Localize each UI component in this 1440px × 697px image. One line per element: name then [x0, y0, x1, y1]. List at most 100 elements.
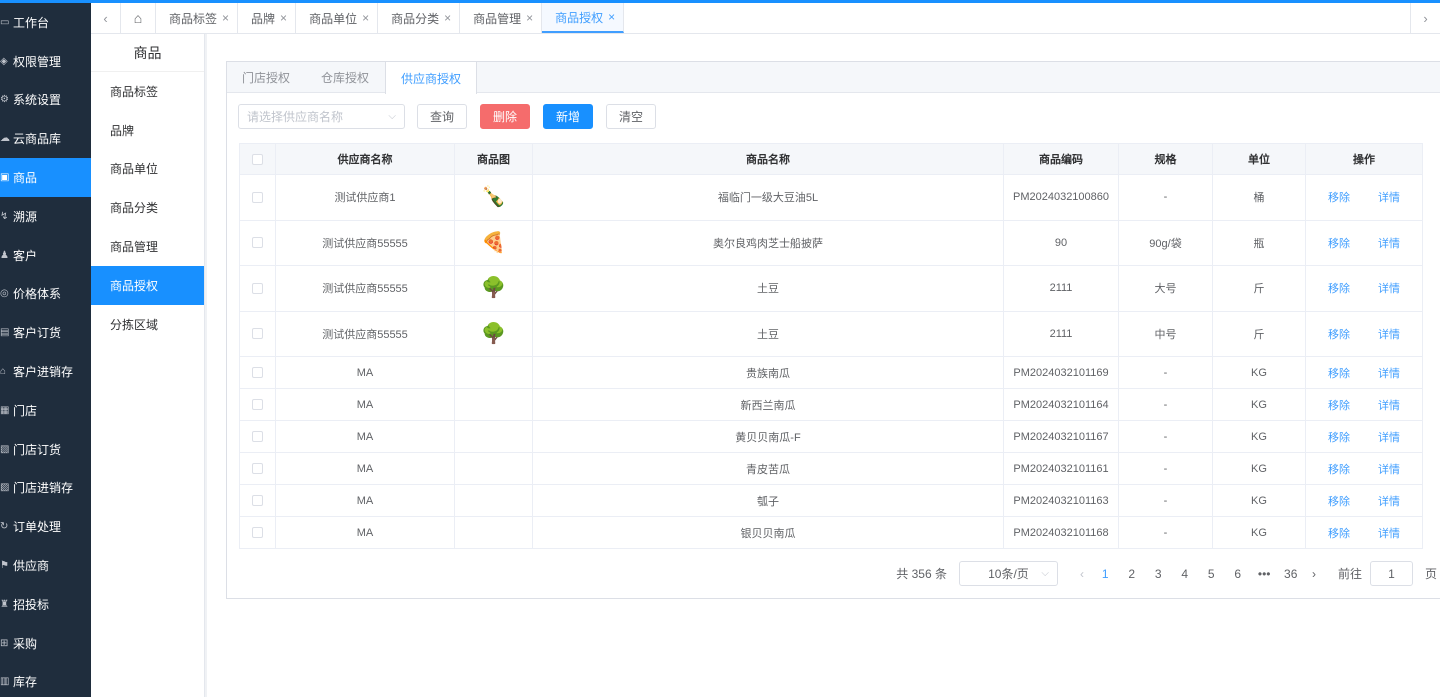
remove-link[interactable]: 移除 [1328, 432, 1350, 444]
row-select-cell[interactable] [239, 310, 276, 357]
detail-link[interactable]: 详情 [1378, 192, 1400, 204]
add-button[interactable]: 新增 [543, 104, 594, 129]
row-select-cell[interactable] [239, 516, 276, 549]
row-checkbox[interactable] [252, 527, 263, 539]
remove-link[interactable]: 移除 [1328, 368, 1350, 380]
sidebar-item[interactable]: ⊞ 采购 [0, 624, 91, 663]
sidebar-item[interactable]: ▥ 库存 [0, 663, 91, 697]
close-icon[interactable]: × [526, 11, 533, 25]
remove-link[interactable]: 移除 [1328, 238, 1350, 250]
detail-link[interactable]: 详情 [1378, 283, 1400, 295]
detail-link[interactable]: 详情 [1378, 464, 1400, 476]
page-number[interactable]: 5 [1198, 567, 1225, 581]
sidebar-item[interactable]: ◎ 价格体系 [0, 275, 91, 314]
sidebar-item[interactable]: ▭ 工作台 [0, 3, 91, 42]
sidebar-item[interactable]: ⌂ 客户进销存 [0, 352, 91, 391]
row-select-cell[interactable] [239, 265, 276, 312]
remove-link[interactable]: 移除 [1328, 329, 1350, 341]
row-checkbox[interactable] [252, 399, 263, 411]
sidebar-item[interactable]: ☁ 云商品库 [0, 119, 91, 158]
tab-item[interactable]: 商品单位 × [296, 3, 379, 33]
goto-page-input[interactable]: 1 [1369, 561, 1413, 586]
sidebar-item[interactable]: ⚙ 系统设置 [0, 81, 91, 120]
row-checkbox[interactable] [252, 191, 263, 203]
remove-link[interactable]: 移除 [1328, 400, 1350, 412]
close-icon[interactable]: × [280, 11, 287, 25]
sub-menu-item[interactable]: 品牌 [91, 111, 204, 150]
tab-scroll-right-icon[interactable]: › [1410, 3, 1440, 33]
next-page-icon[interactable]: › [1304, 567, 1324, 581]
sub-menu-item[interactable]: 商品标签 [91, 72, 204, 111]
sub-menu-item[interactable]: 商品单位 [91, 150, 204, 189]
home-icon[interactable]: ⌂ [121, 3, 156, 33]
row-checkbox[interactable] [252, 463, 263, 475]
sub-menu-item[interactable]: 商品授权 [91, 265, 204, 305]
close-icon[interactable]: × [362, 11, 369, 25]
sub-menu-item[interactable]: 商品管理 [91, 227, 204, 266]
row-select-cell[interactable] [239, 452, 276, 485]
row-checkbox[interactable] [252, 328, 263, 340]
clear-button[interactable]: 清空 [606, 104, 657, 129]
page-number[interactable]: 2 [1118, 567, 1145, 581]
card-tab[interactable]: 供应商授权 [385, 62, 478, 94]
sub-menu-item[interactable]: 分拣区域 [91, 305, 204, 344]
sidebar-item[interactable]: ♟ 客户 [0, 236, 91, 275]
page-number[interactable]: 36 [1277, 567, 1304, 581]
sidebar-item[interactable]: ▦ 门店 [0, 391, 91, 430]
tab-item[interactable]: 商品管理 × [460, 3, 543, 33]
remove-link[interactable]: 移除 [1328, 528, 1350, 540]
supplier-select[interactable]: 请选择供应商名称 ⌵ [238, 104, 405, 129]
sub-menu-item[interactable]: 商品分类 [91, 188, 204, 227]
page-number[interactable]: ••• [1251, 567, 1278, 581]
delete-button[interactable]: 删除 [480, 104, 531, 129]
row-checkbox[interactable] [252, 367, 263, 379]
tab-item[interactable]: 商品授权 × [542, 3, 625, 33]
card-tab[interactable]: 门店授权 [227, 62, 306, 92]
sidebar-item[interactable]: ↯ 溯源 [0, 197, 91, 236]
row-checkbox[interactable] [252, 237, 263, 249]
row-select-cell[interactable] [239, 219, 276, 266]
sidebar-item[interactable]: ▣ 商品 [0, 158, 91, 197]
sidebar-item[interactable]: ▤ 客户订货 [0, 313, 91, 352]
card-tab[interactable]: 仓库授权 [306, 62, 385, 92]
page-number[interactable]: 1 [1092, 567, 1119, 581]
page-number[interactable]: 6 [1224, 567, 1251, 581]
remove-link[interactable]: 移除 [1328, 192, 1350, 204]
remove-link[interactable]: 移除 [1328, 283, 1350, 295]
detail-link[interactable]: 详情 [1378, 496, 1400, 508]
detail-link[interactable]: 详情 [1378, 368, 1400, 380]
sidebar-item[interactable]: ◈ 权限管理 [0, 42, 91, 81]
sidebar-item[interactable]: ♜ 招投标 [0, 585, 91, 624]
sidebar-item[interactable]: ▨ 门店进销存 [0, 469, 91, 508]
row-select-cell[interactable] [239, 420, 276, 453]
sidebar-item[interactable]: ⚑ 供应商 [0, 546, 91, 585]
page-number[interactable]: 3 [1145, 567, 1172, 581]
detail-link[interactable]: 详情 [1378, 528, 1400, 540]
row-checkbox[interactable] [252, 431, 263, 443]
tab-item[interactable]: 商品标签 × [156, 3, 239, 33]
page-number[interactable]: 4 [1171, 567, 1198, 581]
remove-link[interactable]: 移除 [1328, 496, 1350, 508]
row-checkbox[interactable] [252, 282, 263, 294]
close-icon[interactable]: × [444, 11, 451, 25]
tab-item[interactable]: 品牌 × [238, 3, 297, 33]
row-select-cell[interactable] [239, 174, 276, 221]
page-size-select[interactable]: 10条/页 ⌵ [958, 561, 1058, 586]
row-checkbox[interactable] [252, 495, 263, 507]
select-all-checkbox[interactable] [252, 153, 263, 165]
detail-link[interactable]: 详情 [1378, 400, 1400, 412]
close-icon[interactable]: × [608, 10, 615, 24]
tab-item[interactable]: 商品分类 × [378, 3, 461, 33]
row-select-cell[interactable] [239, 356, 276, 389]
detail-link[interactable]: 详情 [1378, 238, 1400, 250]
tab-scroll-left-icon[interactable]: ‹ [91, 3, 121, 33]
detail-link[interactable]: 详情 [1378, 432, 1400, 444]
sidebar-item[interactable]: ▧ 门店订货 [0, 430, 91, 469]
select-all-cell[interactable] [239, 143, 276, 175]
query-button[interactable]: 查询 [417, 104, 468, 129]
close-icon[interactable]: × [222, 11, 229, 25]
detail-link[interactable]: 详情 [1378, 329, 1400, 341]
row-select-cell[interactable] [239, 388, 276, 421]
row-select-cell[interactable] [239, 484, 276, 517]
sidebar-item[interactable]: ↻ 订单处理 [0, 507, 91, 546]
